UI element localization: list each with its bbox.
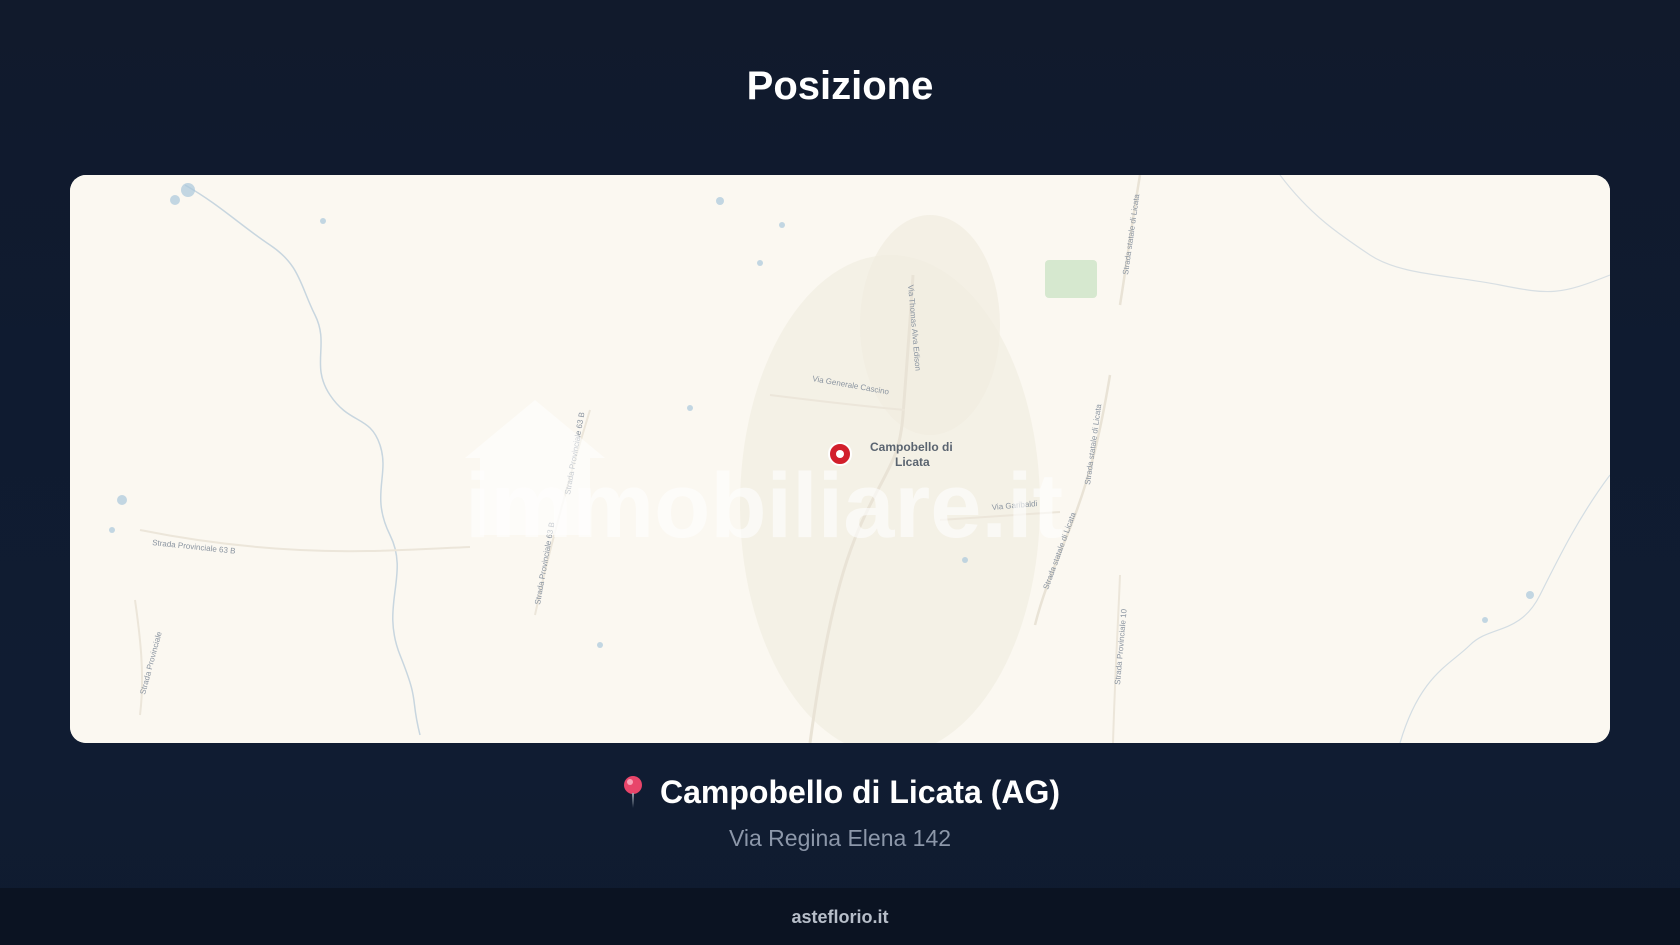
location-line: Campobello di Licata (AG): [620, 770, 1060, 814]
water-spot: [1526, 591, 1534, 599]
water-spot: [597, 642, 603, 648]
urban-area-north: [860, 215, 1000, 435]
water-spot: [170, 195, 180, 205]
map-marker-icon[interactable]: [828, 442, 852, 466]
water-spot: [779, 222, 785, 228]
city-label-line1: Campobello di: [870, 440, 953, 454]
page-title: Posizione: [746, 64, 934, 108]
water-spot: [757, 260, 763, 266]
water-spot: [181, 183, 195, 197]
location-info: Campobello di Licata (AG) Via Regina Ele…: [0, 770, 1680, 853]
water-spot: [687, 405, 693, 411]
map-park: [1045, 260, 1097, 298]
city-label-line2: Licata: [895, 455, 930, 469]
water-spot: [716, 197, 724, 205]
footer-site-name[interactable]: asteflorio.it: [791, 905, 888, 929]
pin-icon: [620, 774, 646, 810]
watermark-text: immobiliare.it: [465, 455, 1063, 557]
location-map[interactable]: Via Thomas Alva Edison Via Generale Casc…: [70, 175, 1610, 743]
footer: asteflorio.it: [0, 888, 1680, 945]
location-city: Campobello di Licata (AG): [659, 774, 1061, 810]
water-spot: [962, 557, 968, 563]
water-spot: [320, 218, 326, 224]
water-spot: [117, 495, 127, 505]
water-spot: [1482, 617, 1488, 623]
location-address: Via Regina Elena 142: [728, 825, 952, 851]
water-spot: [109, 527, 115, 533]
map-canvas[interactable]: Via Thomas Alva Edison Via Generale Casc…: [70, 175, 1610, 743]
